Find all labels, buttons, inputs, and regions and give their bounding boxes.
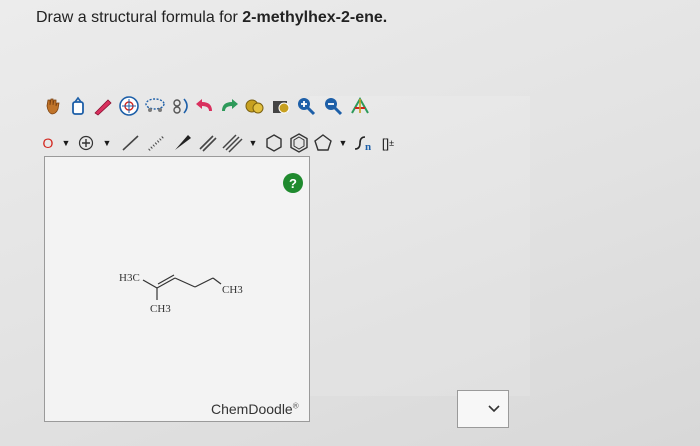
polymer-icon[interactable]: n — [352, 132, 376, 154]
bond-dropdown-caret-icon[interactable]: ▼ — [244, 132, 262, 154]
chemdoodle-text: ChemDoodle — [211, 401, 293, 417]
compound-name: 2-methylhex-2-ene. — [242, 9, 388, 26]
eraser-icon[interactable] — [66, 95, 90, 117]
cyclopentane-icon[interactable] — [312, 132, 334, 154]
toolbar-row-2: O ▼ ▼ ▼ ▼ n [] ± — [40, 131, 400, 155]
answer-dropdown[interactable] — [457, 390, 509, 428]
polymer-label: n — [365, 141, 371, 153]
charge-dropdown-caret-icon[interactable]: ▼ — [96, 132, 118, 154]
charge-plus-icon[interactable] — [76, 132, 96, 154]
toolbar-row-1 — [40, 94, 372, 118]
ch3-right-text: CH3 — [222, 284, 243, 296]
atom-color-icon[interactable] — [348, 95, 372, 117]
triple-bond-icon[interactable] — [220, 132, 244, 154]
zoom-out-icon[interactable] — [318, 95, 348, 117]
chemdoodle-brand: ChemDoodle® — [211, 401, 299, 417]
clean-structure-icon[interactable] — [268, 95, 294, 117]
drawing-canvas[interactable]: ? H3C CH3 CH3 ChemDoodle® — [44, 156, 310, 422]
molecule-structure[interactable]: H3C CH3 CH3 — [45, 157, 309, 421]
benzene-icon[interactable] — [286, 132, 312, 154]
template-icon[interactable] — [242, 95, 268, 117]
rotate-select-icon[interactable] — [168, 95, 194, 117]
single-bond-icon[interactable] — [118, 132, 144, 154]
chemdoodle-registered: ® — [292, 401, 299, 411]
atom-dropdown-caret-icon[interactable]: ▼ — [56, 132, 76, 154]
ch3-right-label: CH3 — [222, 284, 243, 296]
bond-c4-c5 — [194, 277, 214, 288]
atom-picker[interactable]: O — [40, 132, 56, 154]
cyclohexane-icon[interactable] — [262, 132, 286, 154]
h3c-text: H3C — [119, 272, 140, 284]
pen-icon[interactable] — [90, 95, 116, 117]
bracket-charge-label: ± — [389, 138, 395, 148]
redo-icon[interactable] — [216, 95, 242, 117]
lasso-select-icon[interactable] — [142, 95, 168, 117]
chevron-down-icon — [488, 405, 500, 413]
ring-dropdown-caret-icon[interactable]: ▼ — [334, 132, 352, 154]
ch3-bottom-text: CH3 — [150, 303, 171, 315]
bond-c1-c2 — [142, 279, 158, 289]
double-bond-icon[interactable] — [196, 132, 220, 154]
h3c-label: H3C — [119, 272, 140, 284]
atom-picker-label: O — [42, 135, 54, 151]
charge-ring-icon[interactable] — [116, 95, 142, 117]
bond-c3-c4 — [174, 277, 196, 288]
wedge-bond-icon[interactable] — [170, 132, 196, 154]
bracket-label: [] — [381, 135, 390, 151]
hashed-bond-icon[interactable] — [144, 132, 170, 154]
hand-icon[interactable] — [40, 95, 66, 117]
undo-icon[interactable] — [194, 95, 216, 117]
question-prefix: Draw a structural formula for — [36, 9, 243, 26]
zoom-in-icon[interactable] — [294, 95, 318, 117]
bond-c5-c6 — [212, 277, 222, 285]
bracket-charge-icon[interactable]: [] ± — [376, 132, 400, 154]
ch3-bottom-label: CH3 — [150, 303, 171, 315]
question-text: Draw a structural formula for 2-methylhe… — [36, 9, 387, 27]
